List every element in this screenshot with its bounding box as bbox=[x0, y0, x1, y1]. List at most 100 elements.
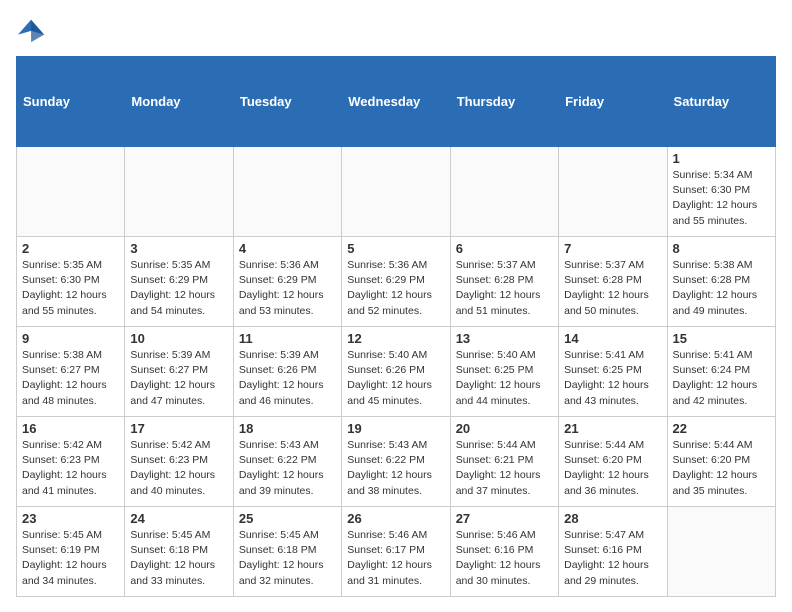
calendar-cell bbox=[233, 147, 341, 237]
day-info: Sunrise: 5:45 AM Sunset: 6:18 PM Dayligh… bbox=[130, 528, 227, 589]
day-number: 13 bbox=[456, 331, 553, 346]
day-info: Sunrise: 5:40 AM Sunset: 6:26 PM Dayligh… bbox=[347, 348, 444, 409]
calendar-cell: 12 Sunrise: 5:40 AM Sunset: 6:26 PM Dayli… bbox=[342, 327, 450, 417]
calendar-cell: 3 Sunrise: 5:35 AM Sunset: 6:29 PM Daylig… bbox=[125, 237, 233, 327]
calendar-cell bbox=[559, 147, 667, 237]
day-info: Sunrise: 5:46 AM Sunset: 6:16 PM Dayligh… bbox=[456, 528, 553, 589]
day-number: 6 bbox=[456, 241, 553, 256]
calendar-cell: 19Sunrise: 5:43 AM Sunset: 6:22 PM Dayli… bbox=[342, 417, 450, 507]
weekday-header-friday: Friday bbox=[559, 57, 667, 147]
day-info: Sunrise: 5:37 AM Sunset: 6:28 PM Dayligh… bbox=[564, 258, 661, 319]
day-info: Sunrise: 5:41 AM Sunset: 6:24 PM Dayligh… bbox=[673, 348, 770, 409]
calendar-cell: 20 Sunrise: 5:44 AM Sunset: 6:21 PM Dayli… bbox=[450, 417, 558, 507]
header bbox=[16, 16, 776, 44]
calendar-cell: 24 Sunrise: 5:45 AM Sunset: 6:18 PM Dayli… bbox=[125, 507, 233, 597]
calendar-cell: 22 Sunrise: 5:44 AM Sunset: 6:20 PM Dayli… bbox=[667, 417, 775, 507]
day-number: 11 bbox=[239, 331, 336, 346]
day-info: Sunrise: 5:36 AM Sunset: 6:29 PM Dayligh… bbox=[347, 258, 444, 319]
day-number: 25 bbox=[239, 511, 336, 526]
day-info: Sunrise: 5:39 AM Sunset: 6:26 PM Dayligh… bbox=[239, 348, 336, 409]
day-number: 10 bbox=[130, 331, 227, 346]
logo-icon bbox=[18, 16, 46, 44]
day-number: 3 bbox=[130, 241, 227, 256]
day-info: Sunrise: 5:40 AM Sunset: 6:25 PM Dayligh… bbox=[456, 348, 553, 409]
day-number: 4 bbox=[239, 241, 336, 256]
day-number: 20 bbox=[456, 421, 553, 436]
calendar-cell: 8 Sunrise: 5:38 AM Sunset: 6:28 PM Daylig… bbox=[667, 237, 775, 327]
day-info: Sunrise: 5:41 AM Sunset: 6:25 PM Dayligh… bbox=[564, 348, 661, 409]
calendar-cell: 4 Sunrise: 5:36 AM Sunset: 6:29 PM Daylig… bbox=[233, 237, 341, 327]
day-number: 27 bbox=[456, 511, 553, 526]
calendar: SundayMondayTuesdayWednesdayThursdayFrid… bbox=[16, 56, 776, 597]
calendar-cell: 25 Sunrise: 5:45 AM Sunset: 6:18 PM Dayli… bbox=[233, 507, 341, 597]
weekday-header-saturday: Saturday bbox=[667, 57, 775, 147]
calendar-cell bbox=[667, 507, 775, 597]
calendar-cell: 10 Sunrise: 5:39 AM Sunset: 6:27 PM Dayli… bbox=[125, 327, 233, 417]
day-number: 21 bbox=[564, 421, 661, 436]
day-info: Sunrise: 5:45 AM Sunset: 6:19 PM Dayligh… bbox=[22, 528, 119, 589]
calendar-cell: 1 Sunrise: 5:34 AM Sunset: 6:30 PM Daylig… bbox=[667, 147, 775, 237]
day-info: Sunrise: 5:42 AM Sunset: 6:23 PM Dayligh… bbox=[22, 438, 119, 499]
calendar-cell: 17Sunrise: 5:42 AM Sunset: 6:23 PM Dayli… bbox=[125, 417, 233, 507]
calendar-cell: 21 Sunrise: 5:44 AM Sunset: 6:20 PM Dayli… bbox=[559, 417, 667, 507]
day-number: 22 bbox=[673, 421, 770, 436]
day-number: 2 bbox=[22, 241, 119, 256]
day-number: 15 bbox=[673, 331, 770, 346]
calendar-cell: 26 Sunrise: 5:46 AM Sunset: 6:17 PM Dayli… bbox=[342, 507, 450, 597]
day-info: Sunrise: 5:47 AM Sunset: 6:16 PM Dayligh… bbox=[564, 528, 661, 589]
calendar-cell: 15 Sunrise: 5:41 AM Sunset: 6:24 PM Dayli… bbox=[667, 327, 775, 417]
day-number: 24 bbox=[130, 511, 227, 526]
calendar-cell: 27 Sunrise: 5:46 AM Sunset: 6:16 PM Dayli… bbox=[450, 507, 558, 597]
day-number: 28 bbox=[564, 511, 661, 526]
week-row-1: 1 Sunrise: 5:34 AM Sunset: 6:30 PM Daylig… bbox=[17, 147, 776, 237]
day-number: 1 bbox=[673, 151, 770, 166]
week-row-5: 23 Sunrise: 5:45 AM Sunset: 6:19 PM Dayli… bbox=[17, 507, 776, 597]
calendar-cell: 2 Sunrise: 5:35 AM Sunset: 6:30 PM Daylig… bbox=[17, 237, 125, 327]
day-info: Sunrise: 5:36 AM Sunset: 6:29 PM Dayligh… bbox=[239, 258, 336, 319]
day-info: Sunrise: 5:38 AM Sunset: 6:28 PM Dayligh… bbox=[673, 258, 770, 319]
calendar-cell: 6 Sunrise: 5:37 AM Sunset: 6:28 PM Daylig… bbox=[450, 237, 558, 327]
day-number: 12 bbox=[347, 331, 444, 346]
calendar-cell: 9Sunrise: 5:38 AM Sunset: 6:27 PM Daylig… bbox=[17, 327, 125, 417]
day-info: Sunrise: 5:43 AM Sunset: 6:22 PM Dayligh… bbox=[239, 438, 336, 499]
calendar-cell bbox=[17, 147, 125, 237]
calendar-cell: 11 Sunrise: 5:39 AM Sunset: 6:26 PM Dayli… bbox=[233, 327, 341, 417]
weekday-header-row: SundayMondayTuesdayWednesdayThursdayFrid… bbox=[17, 57, 776, 147]
day-info: Sunrise: 5:39 AM Sunset: 6:27 PM Dayligh… bbox=[130, 348, 227, 409]
day-info: Sunrise: 5:45 AM Sunset: 6:18 PM Dayligh… bbox=[239, 528, 336, 589]
day-number: 18 bbox=[239, 421, 336, 436]
day-info: Sunrise: 5:35 AM Sunset: 6:30 PM Dayligh… bbox=[22, 258, 119, 319]
calendar-cell: 7 Sunrise: 5:37 AM Sunset: 6:28 PM Daylig… bbox=[559, 237, 667, 327]
weekday-header-monday: Monday bbox=[125, 57, 233, 147]
day-number: 5 bbox=[347, 241, 444, 256]
day-info: Sunrise: 5:42 AM Sunset: 6:23 PM Dayligh… bbox=[130, 438, 227, 499]
day-info: Sunrise: 5:37 AM Sunset: 6:28 PM Dayligh… bbox=[456, 258, 553, 319]
calendar-cell: 18 Sunrise: 5:43 AM Sunset: 6:22 PM Dayli… bbox=[233, 417, 341, 507]
calendar-cell bbox=[342, 147, 450, 237]
day-info: Sunrise: 5:44 AM Sunset: 6:20 PM Dayligh… bbox=[673, 438, 770, 499]
day-number: 8 bbox=[673, 241, 770, 256]
day-number: 19 bbox=[347, 421, 444, 436]
day-number: 26 bbox=[347, 511, 444, 526]
day-info: Sunrise: 5:35 AM Sunset: 6:29 PM Dayligh… bbox=[130, 258, 227, 319]
calendar-cell: 23 Sunrise: 5:45 AM Sunset: 6:19 PM Dayli… bbox=[17, 507, 125, 597]
week-row-4: 16Sunrise: 5:42 AM Sunset: 6:23 PM Dayli… bbox=[17, 417, 776, 507]
weekday-header-thursday: Thursday bbox=[450, 57, 558, 147]
calendar-cell: 16Sunrise: 5:42 AM Sunset: 6:23 PM Dayli… bbox=[17, 417, 125, 507]
calendar-cell bbox=[125, 147, 233, 237]
calendar-cell: 28 Sunrise: 5:47 AM Sunset: 6:16 PM Dayli… bbox=[559, 507, 667, 597]
day-number: 7 bbox=[564, 241, 661, 256]
week-row-3: 9Sunrise: 5:38 AM Sunset: 6:27 PM Daylig… bbox=[17, 327, 776, 417]
day-info: Sunrise: 5:44 AM Sunset: 6:20 PM Dayligh… bbox=[564, 438, 661, 499]
calendar-cell: 5 Sunrise: 5:36 AM Sunset: 6:29 PM Daylig… bbox=[342, 237, 450, 327]
day-info: Sunrise: 5:44 AM Sunset: 6:21 PM Dayligh… bbox=[456, 438, 553, 499]
day-number: 23 bbox=[22, 511, 119, 526]
page: SundayMondayTuesdayWednesdayThursdayFrid… bbox=[0, 0, 792, 607]
day-info: Sunrise: 5:46 AM Sunset: 6:17 PM Dayligh… bbox=[347, 528, 444, 589]
week-row-2: 2 Sunrise: 5:35 AM Sunset: 6:30 PM Daylig… bbox=[17, 237, 776, 327]
calendar-cell: 13 Sunrise: 5:40 AM Sunset: 6:25 PM Dayli… bbox=[450, 327, 558, 417]
weekday-header-tuesday: Tuesday bbox=[233, 57, 341, 147]
calendar-cell: 14 Sunrise: 5:41 AM Sunset: 6:25 PM Dayli… bbox=[559, 327, 667, 417]
day-number: 14 bbox=[564, 331, 661, 346]
day-info: Sunrise: 5:34 AM Sunset: 6:30 PM Dayligh… bbox=[673, 168, 770, 229]
